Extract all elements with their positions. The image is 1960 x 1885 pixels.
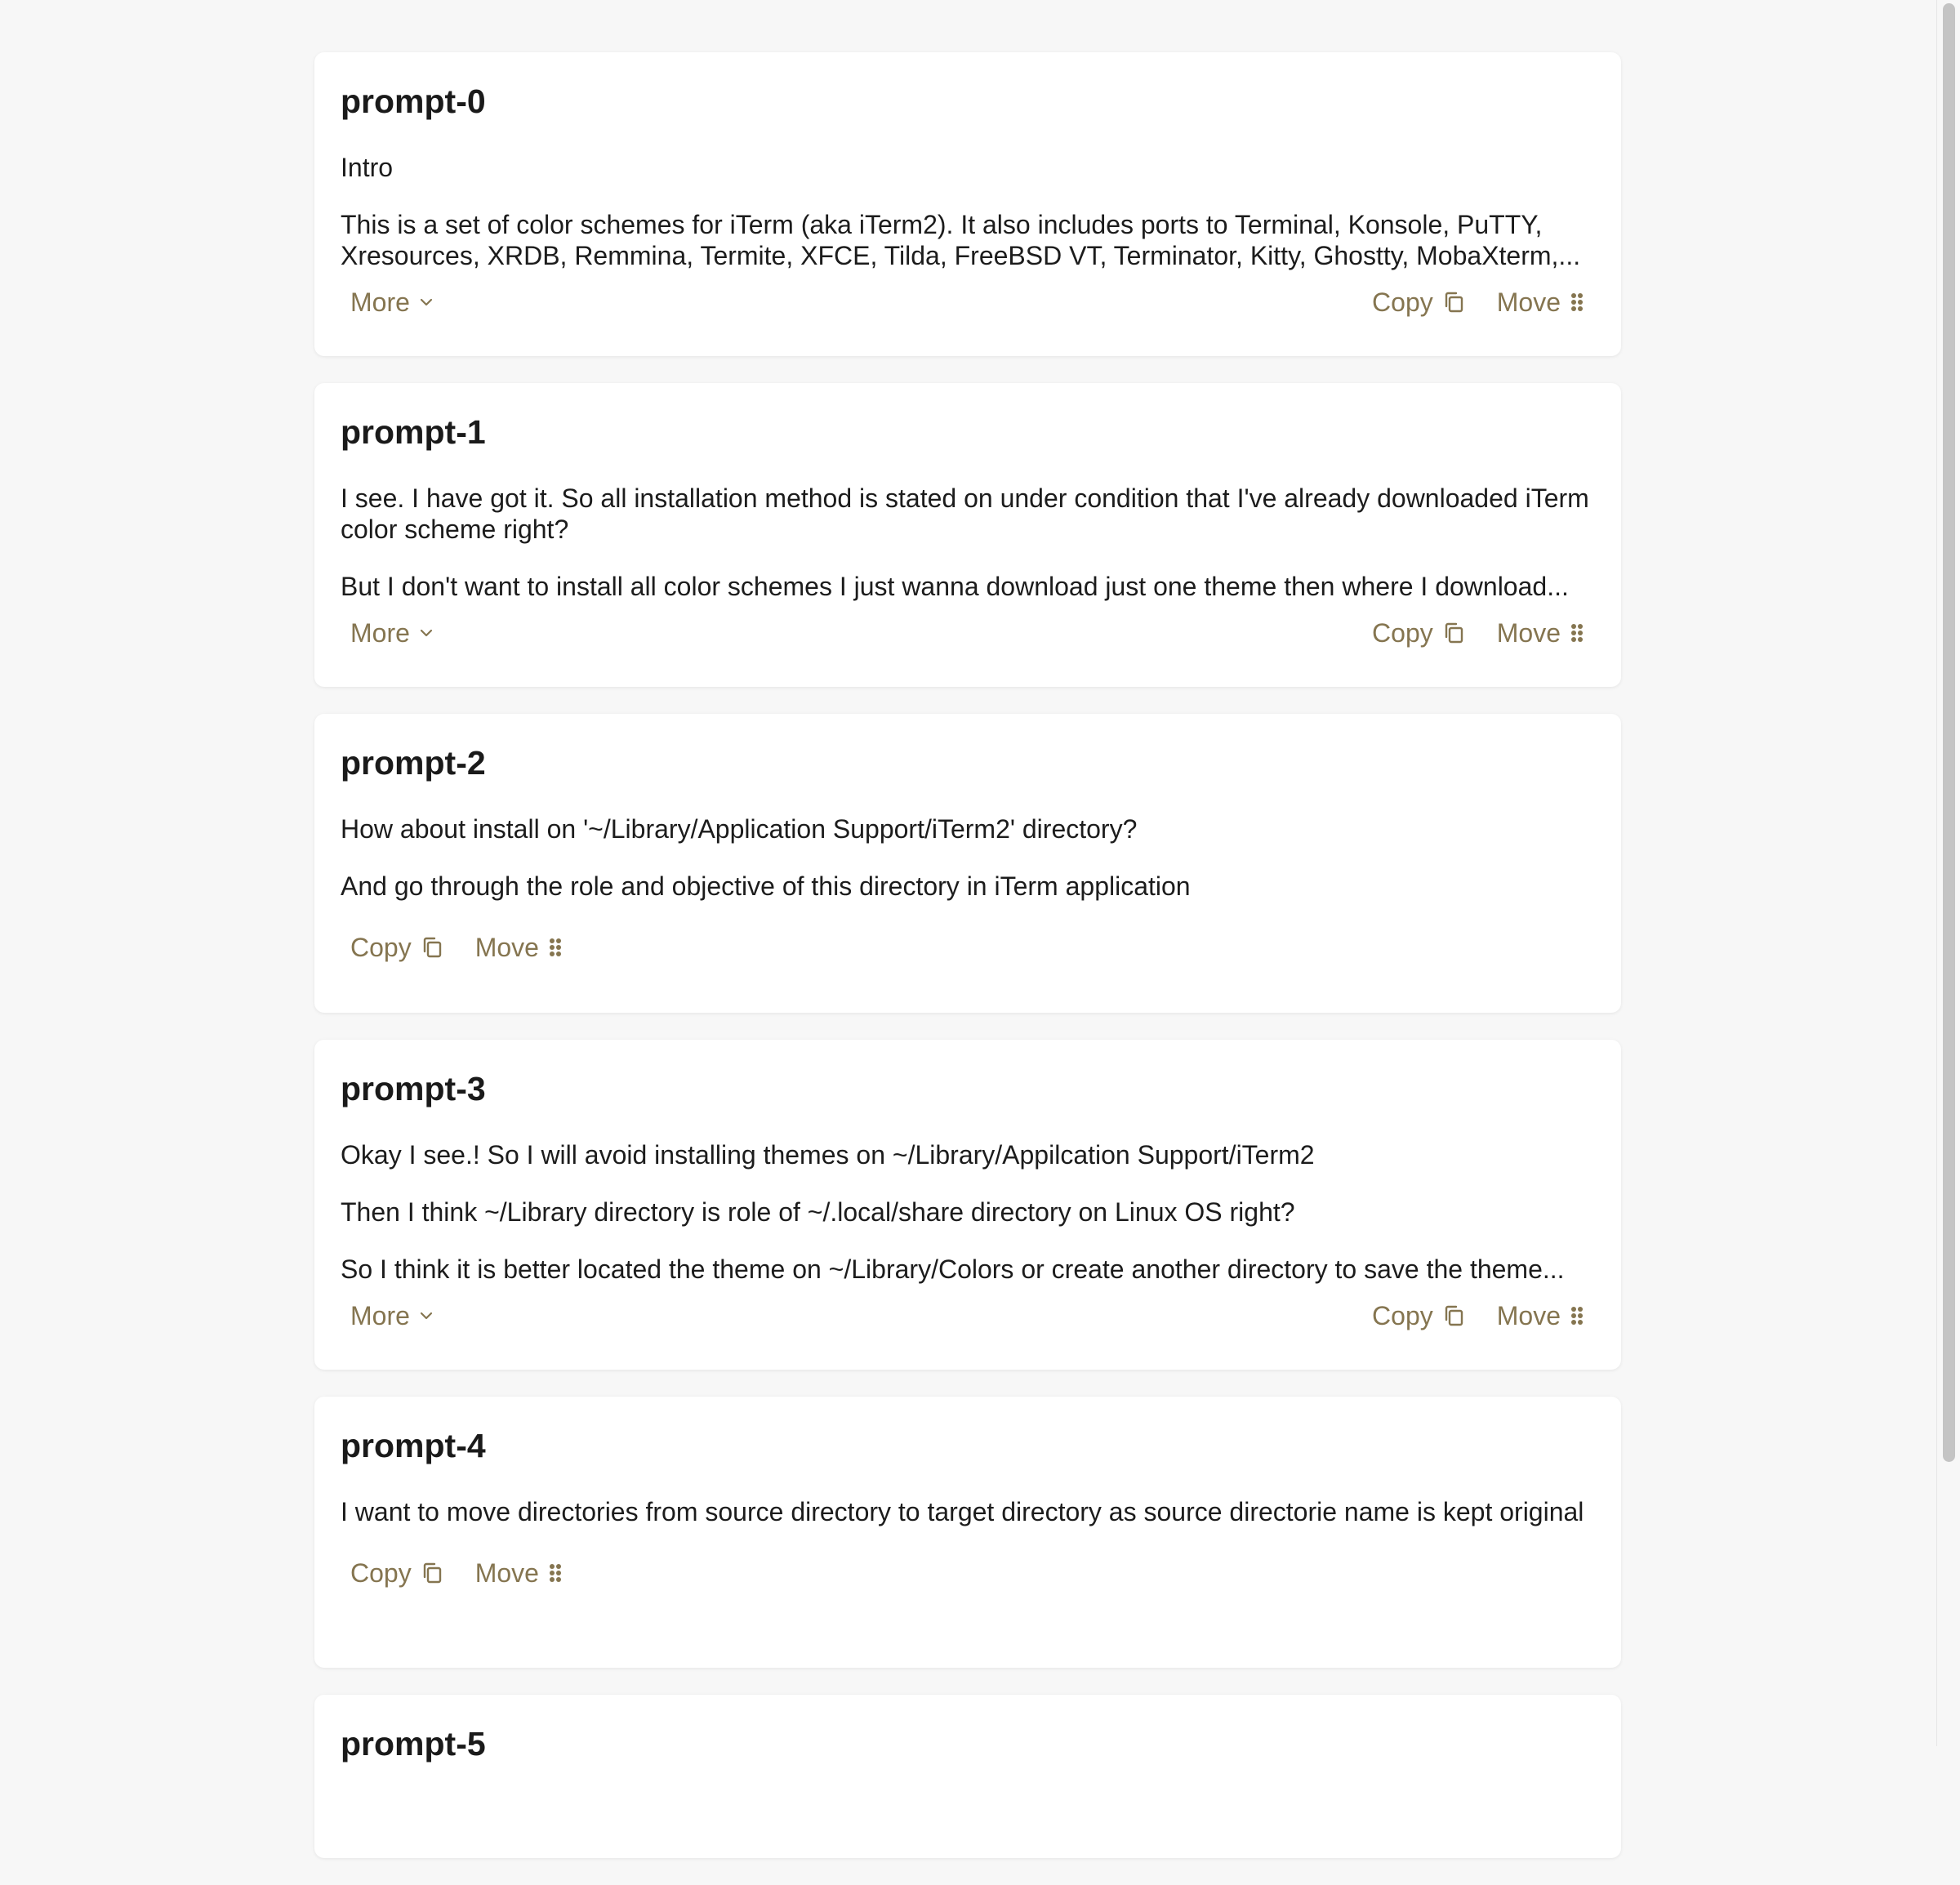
- move-button[interactable]: Move: [1487, 610, 1595, 656]
- card-title: prompt-4: [341, 1427, 486, 1464]
- prompt-card: prompt-1 I see. I have got it. So all in…: [314, 383, 1621, 687]
- more-label: More: [350, 1300, 410, 1330]
- drag-handle-icon: [549, 938, 561, 956]
- card-title: prompt-3: [341, 1070, 486, 1107]
- card-actions: More Copy Move: [341, 1293, 1595, 1339]
- move-label: Move: [1496, 1300, 1561, 1330]
- card-actions: More Copy Move: [341, 279, 1595, 325]
- move-label: Move: [1496, 617, 1561, 648]
- copy-icon: [423, 1562, 441, 1584]
- card-paragraph: And go through the role and objective of…: [341, 871, 1191, 901]
- card-paragraph: Then I think ~/Library directory is role…: [341, 1197, 1295, 1227]
- chevron-down-icon: [420, 298, 433, 306]
- drag-handle-icon: [1571, 624, 1583, 642]
- card-paragraph: But I don't want to install all color sc…: [341, 572, 1569, 601]
- copy-icon: [1445, 622, 1463, 644]
- drag-handle-icon: [1571, 1307, 1583, 1325]
- card-title: prompt-5: [341, 1725, 486, 1762]
- more-label: More: [350, 287, 410, 317]
- card-actions: Copy Move: [341, 925, 1595, 970]
- scrollbar-thumb[interactable]: [1943, 3, 1955, 1462]
- move-button[interactable]: Move: [1487, 1293, 1595, 1339]
- prompt-card: prompt-5: [314, 1695, 1621, 1858]
- more-label: More: [350, 617, 410, 648]
- more-button[interactable]: More: [341, 1293, 444, 1339]
- card-body: Okay I see.! So I will avoid installing …: [341, 1139, 1595, 1285]
- prompt-list: prompt-0 Intro This is a set of color sc…: [314, 52, 1621, 1885]
- prompt-card: prompt-3 Okay I see.! So I will avoid in…: [314, 1040, 1621, 1370]
- card-paragraph: How about install on '~/Library/Applicat…: [341, 814, 1138, 844]
- card-paragraph: This is a set of color schemes for iTerm…: [341, 210, 1581, 270]
- scrollbar[interactable]: [1936, 0, 1960, 1746]
- card-paragraph: Intro: [341, 153, 394, 182]
- move-label: Move: [474, 932, 539, 962]
- copy-icon: [423, 937, 441, 958]
- copy-icon: [1445, 1305, 1463, 1326]
- copy-button[interactable]: Copy: [341, 925, 454, 970]
- prompt-card: prompt-4 I want to move directories from…: [314, 1397, 1621, 1668]
- move-label: Move: [1496, 287, 1561, 317]
- prompt-card: prompt-2 How about install on '~/Library…: [314, 714, 1621, 1013]
- more-button[interactable]: More: [341, 610, 444, 656]
- copy-button[interactable]: Copy: [1362, 610, 1476, 656]
- copy-label: Copy: [350, 1557, 412, 1588]
- card-title: prompt-1: [341, 413, 486, 451]
- copy-button[interactable]: Copy: [341, 1550, 454, 1596]
- card-paragraph: Okay I see.! So I will avoid installing …: [341, 1140, 1315, 1170]
- card-title: prompt-2: [341, 744, 486, 782]
- drag-handle-icon: [549, 1564, 561, 1582]
- prompt-card: prompt-0 Intro This is a set of color sc…: [314, 52, 1621, 356]
- copy-label: Copy: [1372, 1300, 1433, 1330]
- card-paragraph: So I think it is better located the them…: [341, 1254, 1565, 1284]
- copy-icon: [1445, 292, 1463, 313]
- drag-handle-icon: [1571, 293, 1583, 311]
- copy-label: Copy: [350, 932, 412, 962]
- more-button[interactable]: More: [341, 279, 444, 325]
- card-paragraph: I want to move directories from source d…: [341, 1497, 1584, 1526]
- move-button[interactable]: Move: [466, 925, 573, 970]
- move-button[interactable]: Move: [466, 1550, 573, 1596]
- card-body: How about install on '~/Library/Applicat…: [341, 813, 1595, 902]
- copy-button[interactable]: Copy: [1362, 1293, 1476, 1339]
- chevron-down-icon: [420, 1312, 433, 1320]
- chevron-down-icon: [420, 629, 433, 637]
- card-actions: More Copy Move: [341, 610, 1595, 656]
- card-actions: Copy Move: [341, 1550, 1595, 1596]
- card-body: Intro This is a set of color schemes for…: [341, 152, 1595, 271]
- card-body: I see. I have got it. So all installatio…: [341, 483, 1595, 602]
- copy-label: Copy: [1372, 287, 1433, 317]
- move-button[interactable]: Move: [1487, 279, 1595, 325]
- card-paragraph: I see. I have got it. So all installatio…: [341, 484, 1589, 544]
- move-label: Move: [474, 1557, 539, 1588]
- card-body: I want to move directories from source d…: [341, 1496, 1595, 1527]
- card-title: prompt-0: [341, 82, 486, 120]
- copy-button[interactable]: Copy: [1362, 279, 1476, 325]
- copy-label: Copy: [1372, 617, 1433, 648]
